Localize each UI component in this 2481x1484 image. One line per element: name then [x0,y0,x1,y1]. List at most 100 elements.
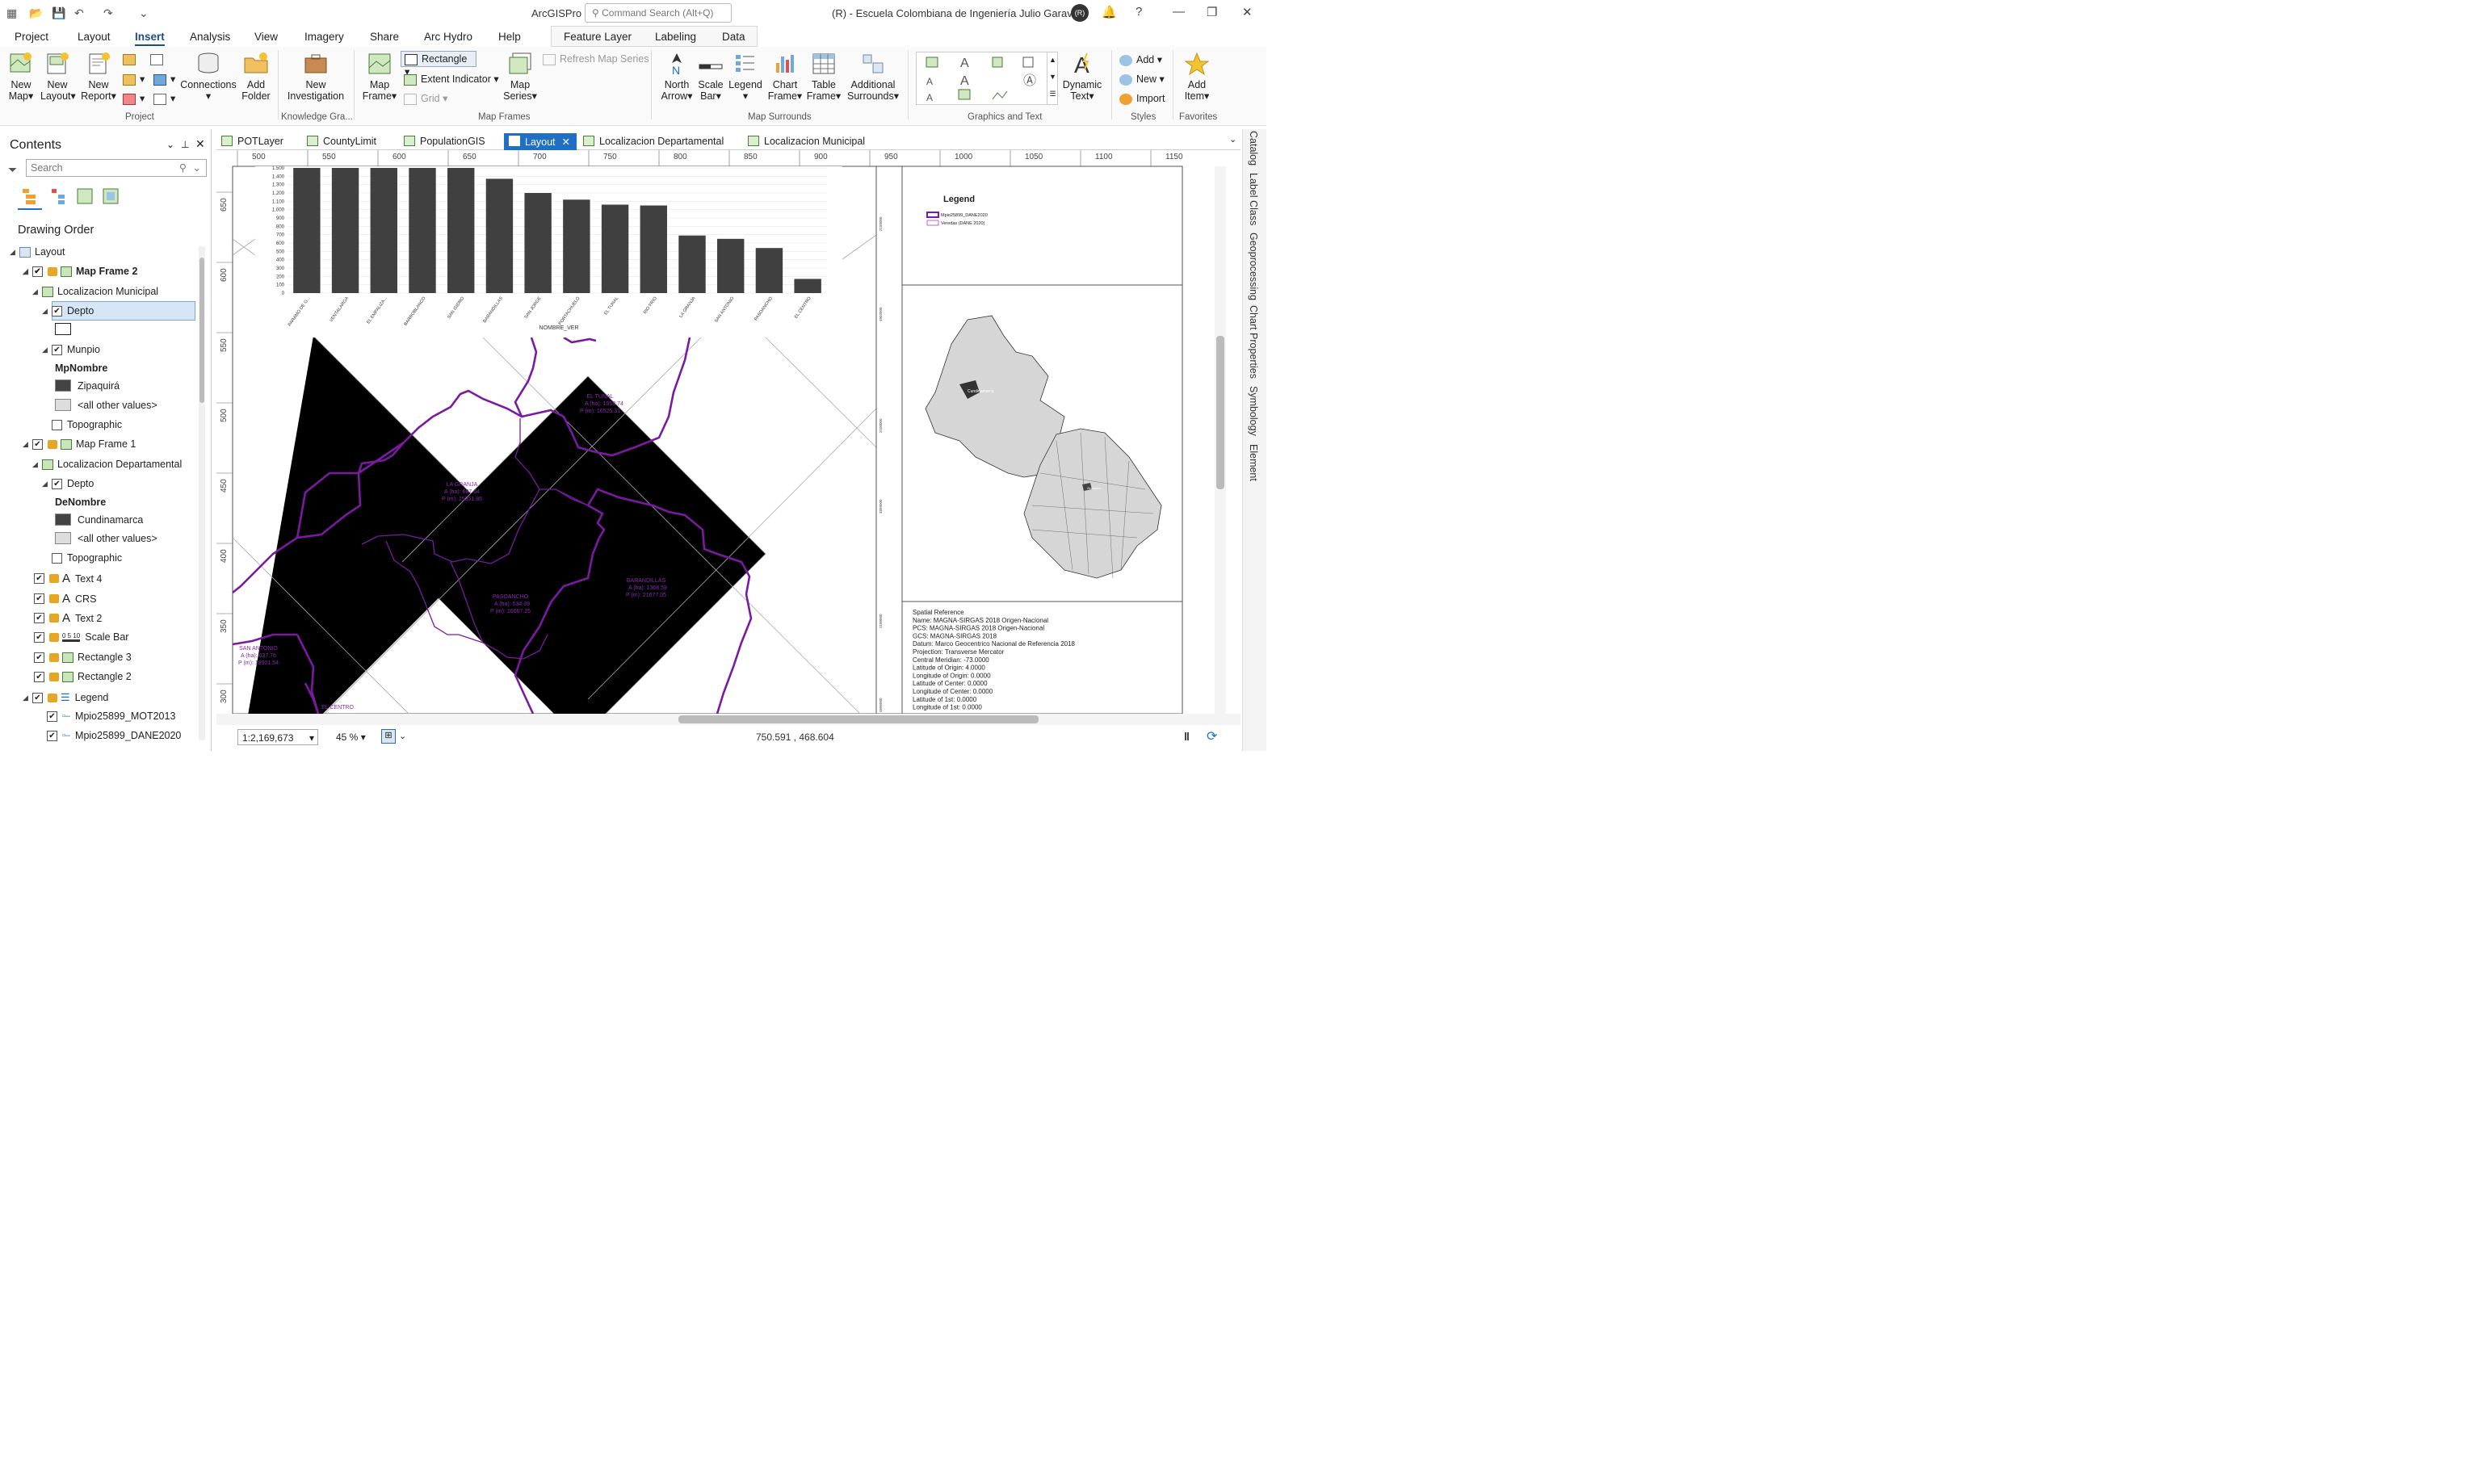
tree-topographic-2[interactable]: Topographic [52,552,122,564]
tab-arc-hydro[interactable]: Arc Hydro [424,31,472,43]
tree-text-4[interactable]: ✔ A Text 4 [34,572,102,585]
tree-rectangle-3[interactable]: ✔ Rectangle 3 [34,652,132,663]
filter-icon[interactable]: ⏷ [8,163,17,177]
layout-svg[interactable]: 500 550 600 650 700 750 800 850 900 950 1000 1050 11… [216,150,1226,714]
lock-icon[interactable] [49,614,59,623]
new-report-button[interactable]: New Report▾ [79,52,118,102]
rail-catalog[interactable]: Catalog [1248,131,1259,166]
contents-scrollbar[interactable] [199,246,205,740]
lock-icon[interactable] [49,632,59,642]
table-frame-button[interactable]: Table Frame▾ [804,52,843,102]
tab-data[interactable]: Data [722,31,745,43]
python-icon[interactable]: ▾ [153,73,175,86]
tree-rectangle-2[interactable]: ✔ Rectangle 2 [34,671,132,682]
undo-icon[interactable]: ↶ [74,6,84,20]
tab-help[interactable]: Help [498,31,521,43]
visibility-checkbox[interactable]: ✔ [52,344,62,355]
snap-options-icon[interactable]: ⌄ [399,731,406,741]
list-by-selection-icon[interactable] [76,187,94,205]
rail-chart-properties[interactable]: Chart Properties [1248,305,1259,379]
new-layout-button[interactable]: New Layout▾ [40,52,76,102]
visibility-checkbox[interactable]: ✔ [34,573,44,584]
import-style-button[interactable]: Import [1119,93,1165,105]
pane-menu-icon[interactable]: ⌄ [166,139,174,150]
contents-search-input[interactable]: Search ⚲ ⌄ [26,159,207,177]
visibility-checkbox[interactable] [52,419,62,430]
snap-grid-icon[interactable]: ⊞ [381,729,396,744]
lock-icon[interactable] [48,266,57,276]
tree-layout[interactable]: ◢ Layout [10,246,65,258]
legend-frame[interactable]: Legend Mpio25899_DANE2020 Veredas (DANE … [901,166,1183,286]
visibility-checkbox[interactable]: ✔ [47,730,57,741]
additional-surrounds-button[interactable]: Additional Surrounds▾ [845,52,901,102]
chart-frame[interactable]: 1.500 1.400 1.300 1.200 1.100 1.000 900 800 700 6… [255,166,842,337]
tab-analysis[interactable]: Analysis [190,31,230,43]
open-project-icon[interactable]: 📂 [29,6,43,20]
visibility-checkbox[interactable] [52,552,62,564]
tree-map-frame-1[interactable]: ◢ ✔ Map Frame 1 [23,438,136,450]
save-icon[interactable]: 💾 [52,6,65,20]
avatar[interactable]: (R) [1071,4,1089,22]
lock-icon[interactable] [48,693,57,702]
extent-indicator-button[interactable]: Extent Indicator ▾ [404,73,499,86]
close-pane-icon[interactable]: ✕ [195,137,205,151]
tree-depto[interactable]: ◢ ✔ Depto [42,478,94,489]
bell-icon[interactable]: 🔔 [1102,5,1117,19]
refresh-icon[interactable]: ⟳ [1207,728,1217,744]
notebook-icon[interactable]: ▾ [153,92,175,105]
chart-frame-button[interactable]: Chart Frame▾ [766,52,804,102]
symbol-class-other-2[interactable]: <all other values> [55,532,157,544]
contents-scrollbar-thumb[interactable] [199,258,204,403]
rail-label-class[interactable]: Label Class [1248,173,1259,225]
tab-view[interactable]: View [254,31,278,43]
visibility-checkbox[interactable]: ✔ [34,613,44,623]
new-map-button[interactable]: New Map▾ [5,52,37,102]
tab-populationgis[interactable]: PopulationGIS [399,133,490,150]
lock-icon[interactable] [49,652,59,662]
symbol-class-other[interactable]: <all other values> [55,399,157,411]
visibility-checkbox[interactable]: ✔ [32,438,43,450]
tree-legend[interactable]: ◢ ✔ ☰ Legend [23,691,108,704]
import-layout-icon[interactable] [150,53,167,65]
tree-crs[interactable]: ✔ A CRS [34,592,96,606]
horizontal-scrollbar[interactable] [216,714,1240,725]
list-by-data-source-icon[interactable] [50,187,68,205]
dynamic-text-button[interactable]: A Dynamic Text▾ [1060,52,1105,102]
rail-geoprocessing[interactable]: Geoprocessing [1248,233,1259,300]
visibility-checkbox[interactable]: ✔ [52,478,62,489]
tab-insert[interactable]: Insert [135,31,165,46]
tree-localizacion-departamental[interactable]: ◢ Localizacion Departamental [32,459,182,470]
add-style-button[interactable]: Add ▾ [1119,53,1162,66]
add-item-button[interactable]: Add Item▾ [1179,52,1215,102]
connections-button[interactable]: Connections ▾ [179,52,237,102]
rail-symbology[interactable]: Symbology [1248,386,1259,436]
north-arrow-button[interactable]: N North Arrow▾ [657,52,696,102]
visibility-checkbox[interactable]: ✔ [47,711,57,722]
visibility-checkbox[interactable]: ✔ [34,671,44,682]
locator-map-frame[interactable]: Cundinamarca Zipaquirá [901,284,1183,602]
tab-countylimit[interactable]: CountyLimit [302,133,381,150]
tab-potlayer[interactable]: POTLayer [216,133,288,150]
command-search[interactable]: ⚲ Command Search (Alt+Q) [585,3,732,23]
restore-icon[interactable]: ❐ [1207,5,1217,19]
lock-icon[interactable] [49,672,59,681]
spatial-reference-text[interactable]: Spatial ReferenceName: MAGNA-SIRGAS 2018… [901,601,1183,714]
tab-project[interactable]: Project [15,31,48,43]
lock-icon[interactable] [49,594,59,603]
tab-feature-layer[interactable]: Feature Layer [564,31,632,43]
tree-map-frame-2[interactable]: ◢ ✔ Map Frame 2 [23,266,137,277]
legend-button[interactable]: Legend ▾ [727,52,764,102]
close-tab-icon[interactable]: ✕ [562,136,570,148]
new-style-button[interactable]: New ▾ [1119,73,1165,86]
vertical-scrollbar-thumb[interactable] [1216,336,1224,489]
scale-selector[interactable]: 1:2,169,673 ▾ [237,729,318,745]
lock-icon[interactable] [49,574,59,583]
tree-legend-item-1[interactable]: ✔ ▫– Mpio25899_MOT2013 [47,711,175,722]
tabs-overflow-icon[interactable]: ⌄ [1229,134,1236,145]
tree-text-2[interactable]: ✔ A Text 2 [34,611,102,625]
tree-scale-bar[interactable]: ✔ 0 5 10 Scale Bar [34,631,128,643]
list-by-editing-icon[interactable] [102,187,120,205]
horizontal-scrollbar-thumb[interactable] [678,715,1039,723]
tab-localizacion-departamental[interactable]: Localizacion Departamental [578,133,728,150]
symbol-class-zipaquira[interactable]: Zipaquirá [55,379,120,392]
